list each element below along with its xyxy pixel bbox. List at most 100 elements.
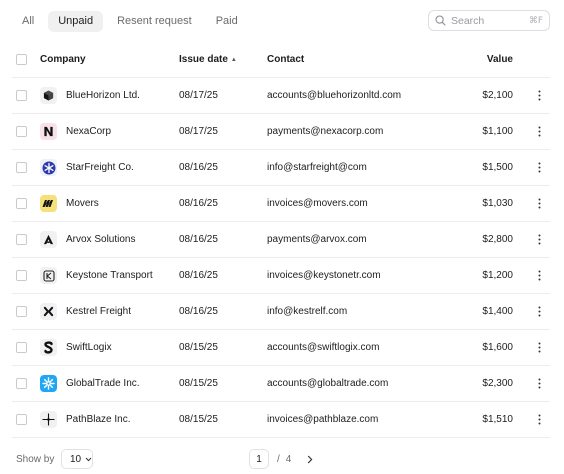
table-row[interactable]: GlobalTrade Inc. 08/15/25 accounts@globa… <box>12 366 550 402</box>
table-row[interactable]: BlueHorizon Ltd. 08/17/25 accounts@blueh… <box>12 78 550 114</box>
contact-email: info@starfreight@com <box>267 162 367 173</box>
star-logo-icon <box>40 159 57 176</box>
issue-date: 08/15/25 <box>179 414 218 425</box>
invoice-value: $1,030 <box>482 198 513 209</box>
search-input[interactable] <box>451 14 521 27</box>
pagination: 1 / 4 <box>249 449 315 469</box>
pathblaze-logo-icon <box>40 411 57 428</box>
table-row[interactable]: SwiftLogix 08/15/25 accounts@swiftlogix.… <box>12 330 550 366</box>
invoice-value: $1,510 <box>482 414 513 425</box>
more-options-icon[interactable] <box>534 268 544 284</box>
swiftlogix-logo-icon <box>40 339 57 356</box>
company-name: Keystone Transport <box>66 270 153 281</box>
table-row[interactable]: StarFreight Co. 08/16/25 info@starfreigh… <box>12 150 550 186</box>
row-checkbox[interactable] <box>16 414 27 425</box>
contact-email: accounts@bluehorizonltd.com <box>267 90 402 101</box>
tab-unpaid[interactable]: Unpaid <box>48 10 104 32</box>
more-options-icon[interactable] <box>534 304 544 320</box>
header-issue-date[interactable]: Issue date ▲ <box>179 54 237 65</box>
status-tabs: All Unpaid Resent request Paid <box>12 10 248 32</box>
table-row[interactable]: Arvox Solutions 08/16/25 payments@arvox.… <box>12 222 550 258</box>
table-row[interactable]: Movers 08/16/25 invoices@movers.com $1,0… <box>12 186 550 222</box>
issue-date: 08/16/25 <box>179 198 218 209</box>
company-name: NexaCorp <box>66 126 112 137</box>
contact-email: accounts@swiftlogix.com <box>267 342 380 353</box>
row-checkbox[interactable] <box>16 234 27 245</box>
sort-ascending-icon: ▲ <box>230 57 237 63</box>
invoice-value: $1,600 <box>482 342 513 353</box>
more-options-icon[interactable] <box>534 196 544 212</box>
chevron-down-icon <box>85 454 92 465</box>
per-page-select[interactable]: 10 <box>61 449 93 469</box>
company-name: GlobalTrade Inc. <box>66 378 140 389</box>
tab-all[interactable]: All <box>12 11 44 32</box>
issue-date: 08/16/25 <box>179 162 218 173</box>
n-logo-icon <box>40 123 57 140</box>
search-icon <box>435 15 446 26</box>
chevron-right-icon[interactable] <box>305 454 315 464</box>
table-header: Company Issue date ▲ Contact Value <box>12 42 550 78</box>
company-name: PathBlaze Inc. <box>66 414 131 425</box>
issue-date: 08/16/25 <box>179 270 218 281</box>
per-page-value: 10 <box>70 453 82 465</box>
invoice-value: $2,800 <box>482 234 513 245</box>
invoice-value: $1,200 <box>482 270 513 281</box>
invoice-value: $2,300 <box>482 378 513 389</box>
search-shortcut: ⌘F <box>528 15 543 26</box>
table-row[interactable]: NexaCorp 08/17/25 payments@nexacorp.com … <box>12 114 550 150</box>
invoice-table: Company Issue date ▲ Contact Value BlueHo… <box>12 42 550 438</box>
keystone-logo-icon <box>40 267 57 284</box>
row-checkbox[interactable] <box>16 90 27 101</box>
row-checkbox[interactable] <box>16 126 27 137</box>
company-name: SwiftLogix <box>66 342 112 353</box>
tab-paid[interactable]: Paid <box>206 11 248 32</box>
more-options-icon[interactable] <box>534 88 544 104</box>
issue-date: 08/15/25 <box>179 342 218 353</box>
table-row[interactable]: Kestrel Freight 08/16/25 info@kestrelf.c… <box>12 294 550 330</box>
row-checkbox[interactable] <box>16 342 27 353</box>
more-options-icon[interactable] <box>534 124 544 140</box>
company-name: Kestrel Freight <box>66 306 132 317</box>
kestrel-logo-icon <box>40 303 57 320</box>
row-checkbox[interactable] <box>16 378 27 389</box>
header-issue-date-label: Issue date <box>179 54 228 65</box>
issue-date: 08/15/25 <box>179 378 218 389</box>
issue-date: 08/17/25 <box>179 126 218 137</box>
issue-date: 08/16/25 <box>179 234 218 245</box>
more-options-icon[interactable] <box>534 232 544 248</box>
invoice-value: $1,100 <box>482 126 513 137</box>
more-options-icon[interactable] <box>534 412 544 428</box>
row-checkbox[interactable] <box>16 270 27 281</box>
company-name: BlueHorizon Ltd. <box>66 90 140 101</box>
row-checkbox[interactable] <box>16 162 27 173</box>
header-value[interactable]: Value <box>487 54 513 65</box>
table-footer: Show by 10 1 / 4 <box>16 449 550 469</box>
contact-email: payments@arvox.com <box>267 234 367 245</box>
issue-date: 08/16/25 <box>179 306 218 317</box>
table-row[interactable]: PathBlaze Inc. 08/15/25 invoices@pathbla… <box>12 402 550 438</box>
row-checkbox[interactable] <box>16 198 27 209</box>
select-all-checkbox[interactable] <box>16 54 27 65</box>
arvox-logo-icon <box>40 231 57 248</box>
page-separator: / <box>277 453 280 465</box>
contact-email: payments@nexacorp.com <box>267 126 384 137</box>
invoice-value: $2,100 <box>482 90 513 101</box>
more-options-icon[interactable] <box>534 376 544 392</box>
total-pages: 4 <box>285 453 292 465</box>
issue-date: 08/17/25 <box>179 90 218 101</box>
row-checkbox[interactable] <box>16 306 27 317</box>
globaltrade-logo-icon <box>40 375 57 392</box>
show-by-label: Show by <box>16 453 55 465</box>
header-company[interactable]: Company <box>40 54 86 65</box>
more-options-icon[interactable] <box>534 340 544 356</box>
invoice-value: $1,500 <box>482 162 513 173</box>
company-name: StarFreight Co. <box>66 162 134 173</box>
more-options-icon[interactable] <box>534 160 544 176</box>
header-contact[interactable]: Contact <box>267 54 304 65</box>
table-row[interactable]: Keystone Transport 08/16/25 invoices@key… <box>12 258 550 294</box>
contact-email: info@kestrelf.com <box>267 306 348 317</box>
current-page-input[interactable]: 1 <box>249 449 269 469</box>
invoice-value: $1,400 <box>482 306 513 317</box>
search-box[interactable]: ⌘F <box>428 10 550 31</box>
tab-resent-request[interactable]: Resent request <box>107 11 202 32</box>
